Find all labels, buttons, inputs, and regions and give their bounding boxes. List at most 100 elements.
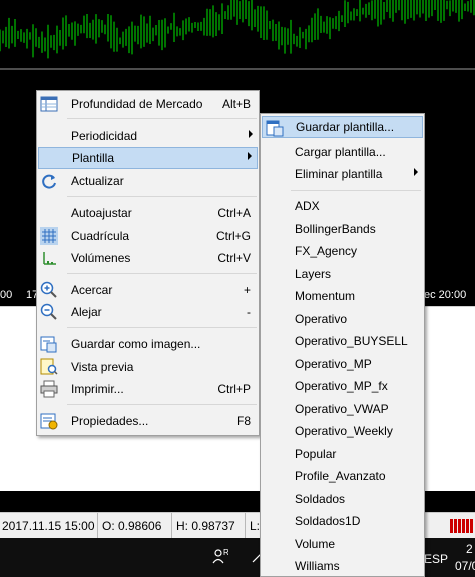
menu-item-grid[interactable]: Cuadrícula Ctrl+G: [37, 225, 259, 247]
template-item-label: Momentum: [295, 289, 356, 303]
clock-date[interactable]: 07/0: [455, 559, 475, 573]
refresh-icon: [40, 172, 58, 190]
template-item-label: Layers: [295, 266, 332, 281]
properties-icon: [40, 412, 58, 430]
menu-item-label: Periodicidad: [71, 129, 138, 143]
input-language[interactable]: ESP: [424, 552, 448, 566]
menu-item-label: Imprimir...: [71, 382, 124, 396]
save-template-icon: [266, 119, 284, 137]
menu-item-shortcut: Alt+B: [221, 97, 251, 111]
template-item[interactable]: BollingerBands: [261, 218, 424, 240]
template-item[interactable]: Layers: [261, 263, 424, 285]
menu-item-shortcut: +: [243, 283, 251, 297]
menu-item-shortcut: Ctrl+A: [217, 206, 251, 220]
menu-item-template[interactable]: Plantilla: [38, 147, 258, 169]
template-item[interactable]: Williams: [261, 555, 424, 577]
template-item[interactable]: Operativo: [261, 308, 424, 330]
menu-item-autoscroll[interactable]: Autoajustar Ctrl+A: [37, 202, 259, 224]
menu-item-print[interactable]: Imprimir... Ctrl+P: [37, 378, 259, 400]
menu-item-label: Alejar: [71, 305, 102, 319]
template-submenu: Guardar plantilla... Cargar plantilla...…: [260, 113, 425, 577]
menu-separator: [67, 273, 257, 274]
time-axis-tick: 00: [0, 289, 13, 300]
menu-item-save-template[interactable]: Guardar plantilla...: [262, 116, 423, 138]
template-item-label: Profile_Avanzato: [295, 469, 386, 483]
zoom-in-icon: [40, 281, 58, 299]
menu-item-label: Autoajustar: [71, 206, 132, 220]
template-item-label: Operativo_Weekly: [295, 424, 393, 438]
template-item[interactable]: Momentum: [261, 285, 424, 307]
menu-separator: [67, 404, 257, 405]
menu-item-delete-template[interactable]: Eliminar plantilla: [261, 163, 424, 185]
template-item-label: Operativo_BUYSELL: [295, 334, 408, 348]
volumes-icon: [40, 249, 58, 267]
template-item-label: Operativo_MP: [295, 356, 372, 371]
menu-item-label: Cargar plantilla...: [295, 145, 386, 159]
clock-time[interactable]: 2: [466, 542, 473, 556]
template-item[interactable]: ADX: [261, 195, 424, 217]
menu-item-label: Actualizar: [71, 174, 124, 188]
template-item-label: Soldados1D: [295, 514, 361, 528]
menu-item-label: Acercar: [71, 283, 113, 297]
print-preview-icon: [40, 358, 58, 376]
menu-item-label: Propiedades...: [71, 414, 149, 428]
menu-item-shortcut: Ctrl+V: [217, 251, 251, 265]
template-item-label: Volume: [295, 536, 336, 551]
template-item[interactable]: FX_Agency: [261, 240, 424, 262]
menu-separator: [291, 190, 421, 191]
menu-item-label: Eliminar plantilla: [295, 167, 383, 181]
template-item[interactable]: Operativo_Weekly: [261, 420, 424, 442]
submenu-arrow-icon: [248, 152, 252, 160]
submenu-arrow-icon: [414, 168, 418, 176]
template-item-label: Williams: [295, 559, 340, 573]
template-item[interactable]: Soldados: [261, 488, 424, 510]
menu-item-shortcut: F8: [236, 414, 251, 428]
time-axis-tick: ec 20:00: [424, 289, 467, 300]
template-item[interactable]: Operativo_MP: [261, 353, 424, 375]
template-item[interactable]: Popular: [261, 443, 424, 465]
template-item[interactable]: Operativo_MP_fx: [261, 375, 424, 397]
menu-item-refresh[interactable]: Actualizar: [37, 170, 259, 192]
zoom-out-icon: [40, 303, 58, 321]
menu-item-periodicity[interactable]: Periodicidad: [37, 125, 259, 147]
status-datetime: 2017.11.15 15:00: [0, 513, 98, 539]
template-item-label: Operativo_MP_fx: [295, 379, 388, 393]
menu-item-label: Volúmenes: [71, 251, 131, 265]
template-item-label: BollingerBands: [295, 221, 376, 236]
menu-item-properties[interactable]: Propiedades... F8: [37, 410, 259, 432]
menu-item-load-template[interactable]: Cargar plantilla...: [261, 141, 424, 163]
menu-item-save-image[interactable]: Guardar como imagen...: [37, 333, 259, 355]
submenu-arrow-icon: [249, 130, 253, 138]
grid-icon: [40, 227, 58, 245]
menu-item-shortcut: Ctrl+G: [215, 229, 251, 243]
menu-item-label: Plantilla: [72, 151, 115, 165]
print-icon: [40, 380, 58, 398]
menu-item-market-depth[interactable]: Profundidad de Mercado Alt+B: [37, 93, 259, 115]
menu-item-zoom-in[interactable]: Acercar +: [37, 279, 259, 301]
menu-item-volumes[interactable]: Volúmenes Ctrl+V: [37, 247, 259, 269]
menu-item-label: Guardar como imagen...: [71, 337, 201, 351]
people-icon[interactable]: R: [212, 548, 229, 567]
connection-status-icon[interactable]: [450, 519, 475, 533]
menu-separator: [67, 327, 257, 328]
template-item[interactable]: Soldados1D: [261, 510, 424, 532]
template-item[interactable]: Profile_Avanzato: [261, 465, 424, 487]
template-item-label: ADX: [295, 199, 320, 213]
menu-item-zoom-out[interactable]: Alejar -: [37, 301, 259, 323]
menu-item-label: Cuadrícula: [71, 229, 130, 243]
market-depth-icon: [40, 95, 58, 113]
menu-item-label: Guardar plantilla...: [296, 120, 395, 134]
template-item[interactable]: Operativo_VWAP: [261, 398, 424, 420]
template-item-label: Operativo: [295, 311, 348, 326]
template-item-label: Soldados: [295, 491, 346, 506]
menu-item-shortcut: Ctrl+P: [217, 382, 251, 396]
menu-item-print-preview[interactable]: Vista previa: [37, 356, 259, 378]
template-item[interactable]: Operativo_BUYSELL: [261, 330, 424, 352]
template-item-label: Operativo_VWAP: [295, 401, 389, 416]
template-item[interactable]: Volume: [261, 533, 424, 555]
menu-separator: [67, 196, 257, 197]
status-high: H: 0.98737: [174, 513, 246, 539]
template-item-label: FX_Agency: [295, 244, 358, 258]
svg-text:R: R: [223, 548, 228, 557]
menu-item-label: Profundidad de Mercado: [71, 97, 203, 111]
